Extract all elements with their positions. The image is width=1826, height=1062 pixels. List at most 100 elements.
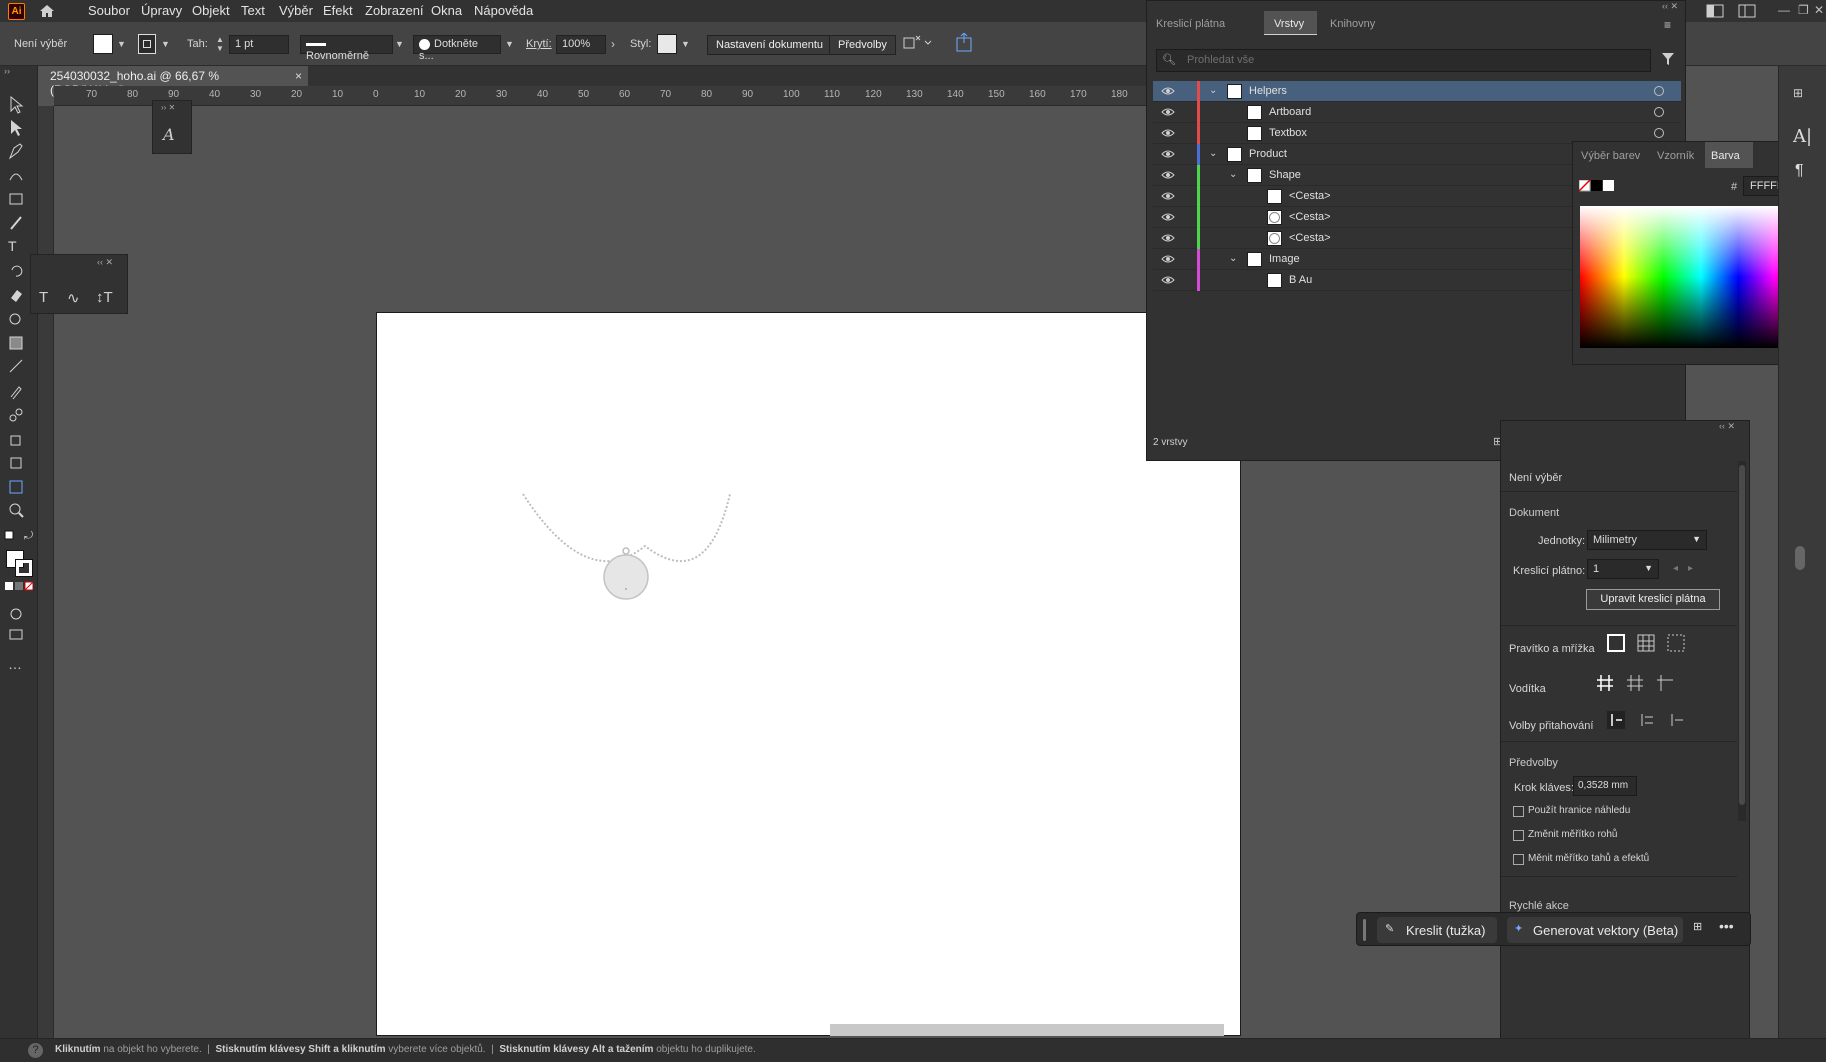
drag-handle[interactable] (1363, 919, 1366, 941)
layer-name[interactable]: Shape (1269, 169, 1301, 181)
stroke-profile-dropdown[interactable]: Rovnoměrně (300, 35, 393, 62)
stroke-swatch[interactable] (138, 34, 156, 54)
layer-name[interactable]: Textbox (1269, 127, 1307, 139)
opacity-label[interactable]: Krytí: (526, 38, 552, 50)
color-mode-icon[interactable] (5, 581, 33, 591)
dock-scrollbar[interactable] (1795, 546, 1805, 570)
close-window-icon[interactable]: ✕ (1814, 3, 1824, 17)
snap-icons[interactable] (1607, 711, 1691, 729)
tab-libraries[interactable]: Knihovny (1330, 18, 1375, 30)
chevron-down-icon[interactable]: ▼ (681, 39, 690, 49)
generate-vectors-button[interactable]: ✦ Generovat vektory (Beta) (1507, 917, 1683, 943)
ruler-icon[interactable] (1607, 634, 1691, 652)
visibility-eye-icon[interactable] (1161, 190, 1175, 202)
tab-artboards[interactable]: Kreslicí plátna (1156, 18, 1225, 30)
layer-target-icon[interactable] (1654, 86, 1664, 96)
stepper-icon[interactable]: ▲ ▼ (216, 35, 224, 53)
visibility-eye-icon[interactable] (1161, 169, 1175, 181)
visibility-eye-icon[interactable] (1161, 232, 1175, 244)
slice-tool-icon[interactable] (8, 478, 30, 498)
default-colors-icon[interactable] (4, 530, 16, 542)
swap-colors-icon[interactable]: ⤾ (24, 530, 33, 543)
chevron-down-icon[interactable]: ⌄ (1229, 253, 1237, 264)
tab-layers[interactable]: Vrstvy (1274, 18, 1304, 30)
menu-vyber[interactable]: Výběr (279, 3, 313, 18)
grid-icon[interactable]: ⊞ (1793, 86, 1803, 100)
visibility-eye-icon[interactable] (1161, 211, 1175, 223)
chevron-down-icon[interactable]: ▼ (395, 39, 404, 49)
home-icon[interactable] (38, 3, 56, 19)
symbol-sprayer-tool-icon[interactable] (8, 430, 30, 450)
fill-swatch[interactable] (93, 34, 113, 54)
visibility-eye-icon[interactable] (1161, 274, 1175, 286)
close-tab-icon[interactable]: × (295, 69, 302, 83)
zoom-tool-icon[interactable] (8, 502, 30, 522)
glyph-a-icon[interactable]: A (163, 125, 175, 144)
eraser-tool-icon[interactable] (8, 286, 30, 306)
stroke-weight-field[interactable]: 1 pt (229, 35, 289, 54)
horizontal-ruler[interactable]: 70 80 90 40 30 20 10 0 10 20 30 40 50 60 70 80 90 100 110 1… (54, 86, 1146, 106)
menu-efekt[interactable]: Efekt (323, 3, 353, 18)
visibility-eye-icon[interactable] (1161, 253, 1175, 265)
layer-name[interactable]: B Au (1289, 274, 1312, 286)
menu-soubor[interactable]: Soubor (88, 3, 130, 18)
paragraph-icon[interactable]: ¶ (1795, 162, 1804, 180)
properties-scrollbar[interactable] (1738, 461, 1746, 821)
layer-name[interactable]: <Cesta> (1289, 190, 1331, 202)
opacity-field[interactable]: 100% (556, 35, 606, 54)
preferences-button[interactable]: Předvolby (829, 35, 896, 55)
pin-icon[interactable]: ⊞ (1693, 920, 1702, 933)
arrange-documents-icon[interactable] (1738, 4, 1756, 18)
collapse-icon[interactable]: ›› ✕ (161, 103, 175, 112)
none-swatch-icon[interactable] (1579, 180, 1615, 192)
collapse-icon[interactable]: ›› (4, 66, 10, 76)
chevron-down-icon[interactable]: ▼ (117, 39, 126, 49)
help-icon[interactable]: ? (28, 1043, 43, 1058)
layer-name[interactable]: Artboard (1269, 106, 1311, 118)
units-dropdown[interactable]: Milimetry ▼ (1587, 530, 1707, 550)
workspace-icon[interactable] (1706, 4, 1724, 18)
direct-selection-tool-icon[interactable] (8, 119, 30, 139)
visibility-eye-icon[interactable] (1161, 127, 1175, 139)
maximize-icon[interactable]: ❐ (1798, 3, 1809, 17)
chevron-down-icon[interactable]: ⌄ (1229, 169, 1237, 180)
layer-target-icon[interactable] (1654, 128, 1664, 138)
layer-row[interactable]: Artboard (1153, 102, 1681, 123)
color-spectrum[interactable] (1580, 206, 1800, 348)
character-icon[interactable]: A| (1793, 126, 1812, 147)
blend-tool-icon[interactable] (8, 406, 30, 426)
artboard-nav-icons[interactable]: ◂▸ (1673, 563, 1703, 574)
mesh-tool-icon[interactable] (8, 358, 30, 378)
guides-icons[interactable] (1596, 674, 1680, 692)
layer-name[interactable]: Image (1269, 253, 1300, 265)
panel-collapse-icon[interactable]: ‹‹ ✕ (1662, 1, 1678, 12)
curvature-tool-icon[interactable] (8, 166, 30, 186)
checkbox-preview-bounds[interactable] (1513, 806, 1524, 817)
panel-collapse-icon[interactable]: ‹‹ ✕ (1719, 421, 1735, 432)
layer-target-icon[interactable] (1654, 107, 1664, 117)
brush-dropdown[interactable]: Dotkněte s... (413, 35, 501, 62)
minimize-icon[interactable]: — (1778, 3, 1790, 17)
checkbox-scale-strokes[interactable] (1513, 854, 1524, 865)
collapse-icon[interactable]: ‹‹ ✕ (97, 257, 113, 268)
filter-icon[interactable] (1661, 52, 1675, 66)
necklace-artwork[interactable] (377, 313, 1242, 1037)
style-swatch[interactable] (657, 34, 677, 54)
menu-upravy[interactable]: Úpravy (141, 3, 182, 18)
checkbox-scale-corners[interactable] (1513, 830, 1524, 841)
artboard-tool-icon[interactable] (8, 454, 30, 474)
chevron-down-icon[interactable]: ▼ (161, 39, 170, 49)
more-tools-icon[interactable]: … (8, 656, 30, 676)
layer-row[interactable]: ⌄ Helpers (1153, 81, 1681, 102)
vertical-type-icon[interactable]: ↕T (96, 289, 113, 306)
share-icon[interactable] (955, 33, 973, 53)
vertical-ruler[interactable] (38, 106, 54, 1040)
menu-okna[interactable]: Okna (431, 3, 462, 18)
menu-napoveda[interactable]: Nápověda (474, 3, 533, 18)
rotate-tool-icon[interactable] (8, 262, 30, 282)
type-tool-icon[interactable]: T (8, 238, 30, 258)
chevron-down-icon[interactable]: ⌄ (1209, 85, 1217, 96)
draw-mode-icon[interactable] (8, 606, 30, 626)
screen-mode-icon[interactable] (8, 626, 30, 646)
stroke-color-box[interactable] (15, 559, 33, 577)
